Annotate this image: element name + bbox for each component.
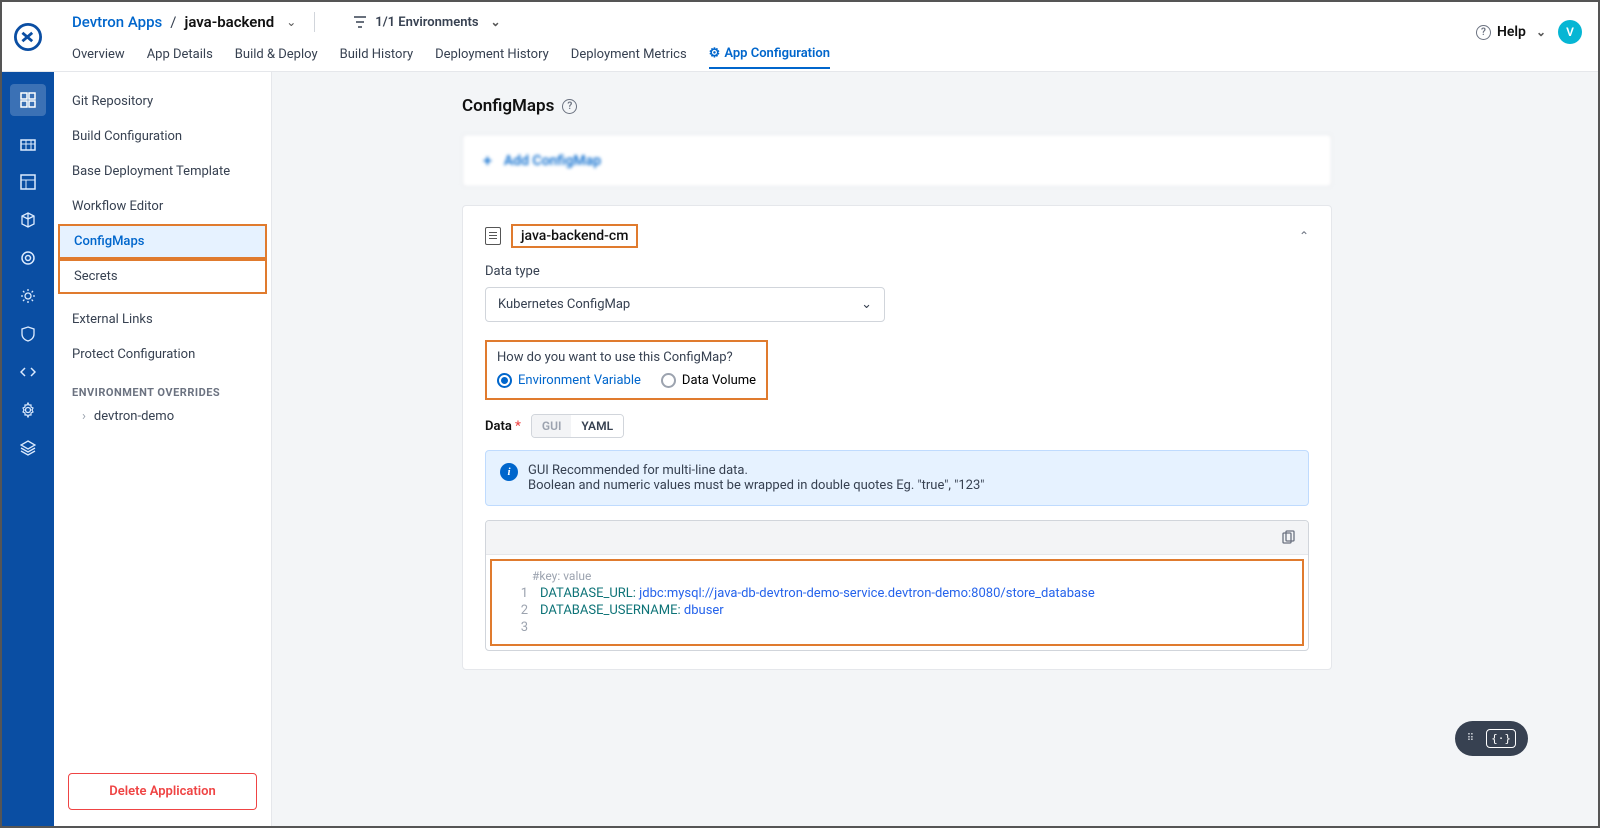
code-line: 3 bbox=[502, 619, 1292, 636]
radio-env-variable[interactable]: Environment Variable bbox=[497, 373, 641, 388]
delete-application-button[interactable]: Delete Application bbox=[68, 773, 257, 810]
rail-target-icon[interactable] bbox=[18, 248, 38, 268]
sidebar-item-external-links[interactable]: External Links bbox=[54, 302, 271, 337]
tab-deployment-history[interactable]: Deployment History bbox=[435, 47, 549, 68]
rail-code-icon[interactable] bbox=[18, 362, 38, 382]
sidebar-item-base-template[interactable]: Base Deployment Template bbox=[54, 154, 271, 189]
data-label: Data * bbox=[485, 419, 521, 434]
breadcrumb-parent[interactable]: Devtron Apps bbox=[72, 13, 162, 31]
rail-layers-icon[interactable] bbox=[18, 438, 38, 458]
divider bbox=[314, 12, 315, 32]
radio-data-volume[interactable]: Data Volume bbox=[661, 373, 756, 388]
chevron-down-icon: ⌄ bbox=[1536, 25, 1546, 39]
header-content: Devtron Apps / java-backend ⌄ 1/1 Enviro… bbox=[54, 2, 1598, 72]
main-area: ConfigMaps ? + Add ConfigMap java-backen… bbox=[272, 72, 1598, 826]
devtron-logo[interactable] bbox=[2, 2, 54, 72]
tab-app-configuration[interactable]: ⚙App Configuration bbox=[709, 46, 830, 69]
yaml-editor[interactable]: #key: value 1DATABASE_URL: jdbc:mysql://… bbox=[490, 559, 1304, 646]
tab-build-history[interactable]: Build History bbox=[340, 47, 414, 68]
tabs-row: Overview App Details Build & Deploy Buil… bbox=[54, 42, 1598, 72]
breadcrumb-sep: / bbox=[170, 13, 176, 31]
info-line-1: GUI Recommended for multi-line data. bbox=[528, 463, 984, 478]
devtron-logo-icon bbox=[14, 23, 42, 51]
help-label: Help bbox=[1497, 24, 1526, 40]
avatar[interactable]: V bbox=[1558, 20, 1582, 44]
data-type-select[interactable]: Kubernetes ConfigMap ⌄ bbox=[485, 287, 885, 322]
chevron-down-icon[interactable]: ⌄ bbox=[286, 15, 296, 29]
sidebar-item-secrets[interactable]: Secrets bbox=[58, 259, 267, 294]
data-type-label: Data type bbox=[485, 264, 1309, 279]
breadcrumb-current[interactable]: java-backend bbox=[184, 13, 274, 31]
rail-cube-icon[interactable] bbox=[18, 210, 38, 230]
tab-app-details[interactable]: App Details bbox=[147, 47, 213, 68]
gui-yaml-toggle: GUI YAML bbox=[531, 414, 624, 438]
left-rail bbox=[2, 72, 54, 826]
sidebar-item-configmaps[interactable]: ConfigMaps bbox=[58, 224, 267, 259]
usage-section: How do you want to use this ConfigMap? E… bbox=[485, 340, 768, 400]
rail-grid-icon[interactable] bbox=[18, 134, 38, 154]
sidebar-item-git-repo[interactable]: Git Repository bbox=[54, 84, 271, 119]
sidebar-item-workflow-editor[interactable]: Workflow Editor bbox=[54, 189, 271, 224]
radio-row: Environment Variable Data Volume bbox=[497, 373, 756, 388]
tab-overview[interactable]: Overview bbox=[72, 47, 125, 68]
floating-action-button[interactable]: ⠿ {·} bbox=[1455, 721, 1528, 756]
toggle-yaml-button[interactable]: YAML bbox=[571, 415, 623, 437]
radio-icon bbox=[497, 373, 512, 388]
help-area: ? Help ⌄ V bbox=[1476, 20, 1582, 44]
code-toolbar bbox=[486, 521, 1308, 555]
breadcrumb-row: Devtron Apps / java-backend ⌄ 1/1 Enviro… bbox=[54, 2, 1598, 42]
copy-icon[interactable] bbox=[1280, 530, 1296, 546]
env-override-item[interactable]: devtron-demo bbox=[54, 403, 271, 430]
code-editor-card: #key: value 1DATABASE_URL: jdbc:mysql://… bbox=[485, 520, 1309, 651]
help-icon[interactable]: ? bbox=[562, 99, 577, 114]
configmap-header: java-backend-cm ⌃ bbox=[485, 224, 1309, 248]
env-label: 1/1 Environments bbox=[375, 15, 478, 30]
configmap-card: java-backend-cm ⌃ Data type Kubernetes C… bbox=[462, 205, 1332, 670]
filter-icon bbox=[353, 15, 367, 29]
rail-settings-icon[interactable] bbox=[18, 400, 38, 420]
rail-apps-icon[interactable] bbox=[10, 84, 46, 116]
env-selector[interactable]: 1/1 Environments ⌄ bbox=[353, 15, 500, 30]
radio-icon bbox=[661, 373, 676, 388]
chevron-down-icon: ⌄ bbox=[861, 297, 872, 312]
tab-deployment-metrics[interactable]: Deployment Metrics bbox=[571, 47, 687, 68]
info-icon: i bbox=[500, 463, 518, 481]
rail-gear-icon[interactable] bbox=[18, 286, 38, 306]
page-title: ConfigMaps ? bbox=[462, 96, 1332, 116]
rail-shield-icon[interactable] bbox=[18, 324, 38, 344]
json-icon: {·} bbox=[1486, 729, 1516, 748]
env-overrides-title: ENVIRONMENT OVERRIDES bbox=[54, 372, 271, 403]
code-line: 2DATABASE_USERNAME: dbuser bbox=[502, 602, 1292, 619]
rail-layout-icon[interactable] bbox=[18, 172, 38, 192]
info-line-2: Boolean and numeric values must be wrapp… bbox=[528, 478, 984, 493]
help-button[interactable]: ? Help ⌄ bbox=[1476, 24, 1546, 40]
config-sidebar: Git Repository Build Configuration Base … bbox=[54, 72, 272, 826]
add-configmap-button[interactable]: + Add ConfigMap bbox=[462, 134, 1332, 187]
drag-handle-icon: ⠿ bbox=[1467, 733, 1476, 744]
toggle-gui-button[interactable]: GUI bbox=[532, 415, 572, 437]
data-label-row: Data * GUI YAML bbox=[485, 414, 1309, 438]
sidebar-item-protect-config[interactable]: Protect Configuration bbox=[54, 337, 271, 372]
document-icon bbox=[485, 227, 501, 245]
top-header: Devtron Apps / java-backend ⌄ 1/1 Enviro… bbox=[2, 2, 1598, 72]
sidebar-item-build-config[interactable]: Build Configuration bbox=[54, 119, 271, 154]
code-line: 1DATABASE_URL: jdbc:mysql://java-db-devt… bbox=[502, 585, 1292, 602]
collapse-icon[interactable]: ⌃ bbox=[1299, 229, 1309, 243]
usage-question: How do you want to use this ConfigMap? bbox=[497, 350, 756, 365]
info-banner: i GUI Recommended for multi-line data. B… bbox=[485, 450, 1309, 506]
tab-build-deploy[interactable]: Build & Deploy bbox=[235, 47, 318, 68]
help-icon: ? bbox=[1476, 25, 1491, 40]
code-hint: #key: value bbox=[532, 569, 1292, 583]
chevron-down-icon: ⌄ bbox=[491, 15, 501, 29]
gear-icon: ⚙ bbox=[709, 46, 721, 61]
configmap-name: java-backend-cm bbox=[511, 224, 638, 248]
plus-icon: + bbox=[483, 151, 492, 170]
